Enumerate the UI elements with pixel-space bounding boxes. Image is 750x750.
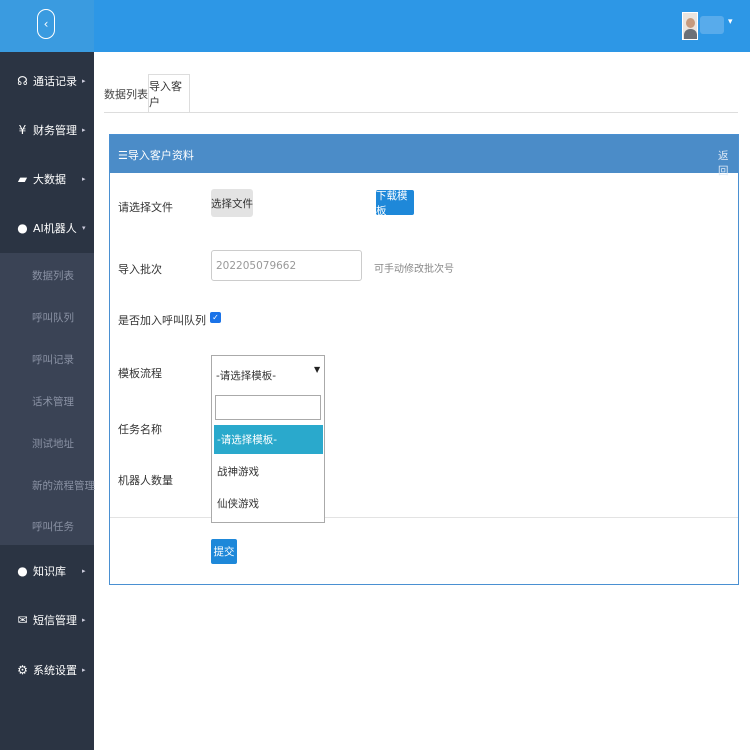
dropdown-option[interactable]: 战神游戏 — [214, 457, 323, 486]
nav-item-label: 通话记录 — [33, 74, 77, 88]
file-label: 请选择文件 — [118, 201, 173, 214]
robot-count-label: 机器人数量 — [118, 474, 173, 487]
submit-button[interactable]: 提交 — [211, 539, 237, 564]
submenu-item-test-address[interactable]: 测试地址 — [32, 436, 74, 451]
chevron-right-icon: ▸ — [82, 615, 86, 624]
nav-item-label: 财务管理 — [33, 123, 77, 137]
queue-checkbox[interactable]: ✓ — [210, 312, 221, 323]
tab-import-customers[interactable]: 导入客户 — [148, 74, 190, 113]
back-link[interactable]: 返回 — [718, 148, 738, 178]
android-icon: ● — [17, 220, 28, 235]
chevron-left-icon[interactable]: ‹ — [37, 9, 55, 39]
queue-label: 是否加入呼叫队列 — [118, 314, 206, 327]
chevron-down-icon: ▾ — [82, 223, 86, 232]
submenu-item-call-records[interactable]: 呼叫记录 — [32, 352, 74, 367]
nav-item-label: 系统设置 — [33, 663, 77, 677]
batch-input[interactable]: 202205079662 — [211, 250, 362, 281]
headset-icon: ☊ — [17, 73, 28, 88]
nav-item-system-settings[interactable]: ⚙ 系统设置 ▸ — [0, 645, 94, 694]
chevron-right-icon: ▸ — [82, 174, 86, 183]
avatar[interactable] — [682, 12, 698, 40]
nav-item-call-records[interactable]: ☊ 通话记录 ▸ — [0, 56, 94, 105]
dropdown-search-input[interactable] — [215, 395, 321, 420]
batch-label: 导入批次 — [118, 263, 162, 276]
sidebar-header: ‹ — [0, 0, 94, 52]
ai-robot-submenu: 数据列表 呼叫队列 呼叫记录 话术管理 测试地址 新的流程管理 呼叫任务 — [0, 253, 95, 545]
batch-hint: 可手动修改批次号 — [374, 264, 454, 275]
template-label: 模板流程 — [118, 367, 162, 380]
tab-divider — [104, 112, 738, 113]
nav-item-ai-robot[interactable]: ● AI机器人 ▾ — [0, 203, 94, 252]
sidebar: ‹ ☊ 通话记录 ▸ ¥ 财务管理 ▸ ▰ 大数据 ▸ ● AI机器人 ▾ 数据… — [0, 0, 95, 750]
nav-item-finance[interactable]: ¥ 财务管理 ▸ — [0, 105, 94, 154]
download-template-button[interactable]: 下载模板 — [376, 190, 414, 217]
tab-data-list[interactable]: 数据列表 — [104, 74, 148, 113]
info-icon: ● — [17, 563, 28, 578]
nav-item-label: 大数据 — [33, 172, 66, 186]
template-selected-value[interactable]: -请选择模板- — [216, 368, 276, 383]
submenu-item-script-management[interactable]: 话术管理 — [32, 394, 74, 409]
submenu-item-call-queue[interactable]: 呼叫队列 — [32, 310, 74, 325]
task-name-label: 任务名称 — [118, 423, 162, 436]
import-panel: ☰导入客户资料 返回 请选择文件 选择文件 下载模板 导入批次 20220507… — [109, 134, 739, 585]
dropdown-option[interactable]: 仙侠游戏 — [214, 489, 323, 518]
chevron-right-icon: ▸ — [82, 76, 86, 85]
caret-down-icon[interactable]: ▼ — [314, 365, 320, 374]
folder-icon: ▰ — [17, 171, 28, 186]
panel-header: ☰导入客户资料 返回 — [110, 135, 738, 177]
chevron-right-icon: ▸ — [82, 665, 86, 674]
template-select[interactable]: -请选择模板- ▼ -请选择模板- 战神游戏 仙侠游戏 — [211, 355, 325, 523]
submenu-item-data-list[interactable]: 数据列表 — [32, 268, 74, 283]
divider — [110, 517, 738, 518]
caret-down-icon[interactable]: ▾ — [728, 17, 733, 27]
dropdown-option[interactable]: -请选择模板- — [214, 425, 323, 454]
yen-icon: ¥ — [18, 122, 27, 137]
chevron-right-icon: ▸ — [82, 125, 86, 134]
nav-item-label: 短信管理 — [33, 613, 77, 627]
submenu-item-new-flow-management[interactable]: 新的流程管理 — [32, 478, 95, 493]
choose-file-button[interactable]: 选择文件 — [211, 189, 253, 217]
chevron-right-icon: ▸ — [82, 566, 86, 575]
top-header — [94, 0, 750, 52]
nav-item-sms-management[interactable]: ✉ 短信管理 ▸ — [0, 595, 94, 644]
nav-item-label: AI机器人 — [33, 221, 77, 235]
submenu-item-call-tasks[interactable]: 呼叫任务 — [32, 519, 74, 534]
gear-icon: ⚙ — [17, 662, 28, 677]
nav-item-big-data[interactable]: ▰ 大数据 ▸ — [0, 154, 94, 203]
nav-item-knowledge-base[interactable]: ● 知识库 ▸ — [0, 546, 94, 595]
envelope-icon: ✉ — [17, 612, 28, 627]
panel-title: ☰导入客户资料 — [118, 149, 194, 162]
username[interactable] — [700, 16, 724, 34]
nav-item-label: 知识库 — [33, 564, 66, 578]
